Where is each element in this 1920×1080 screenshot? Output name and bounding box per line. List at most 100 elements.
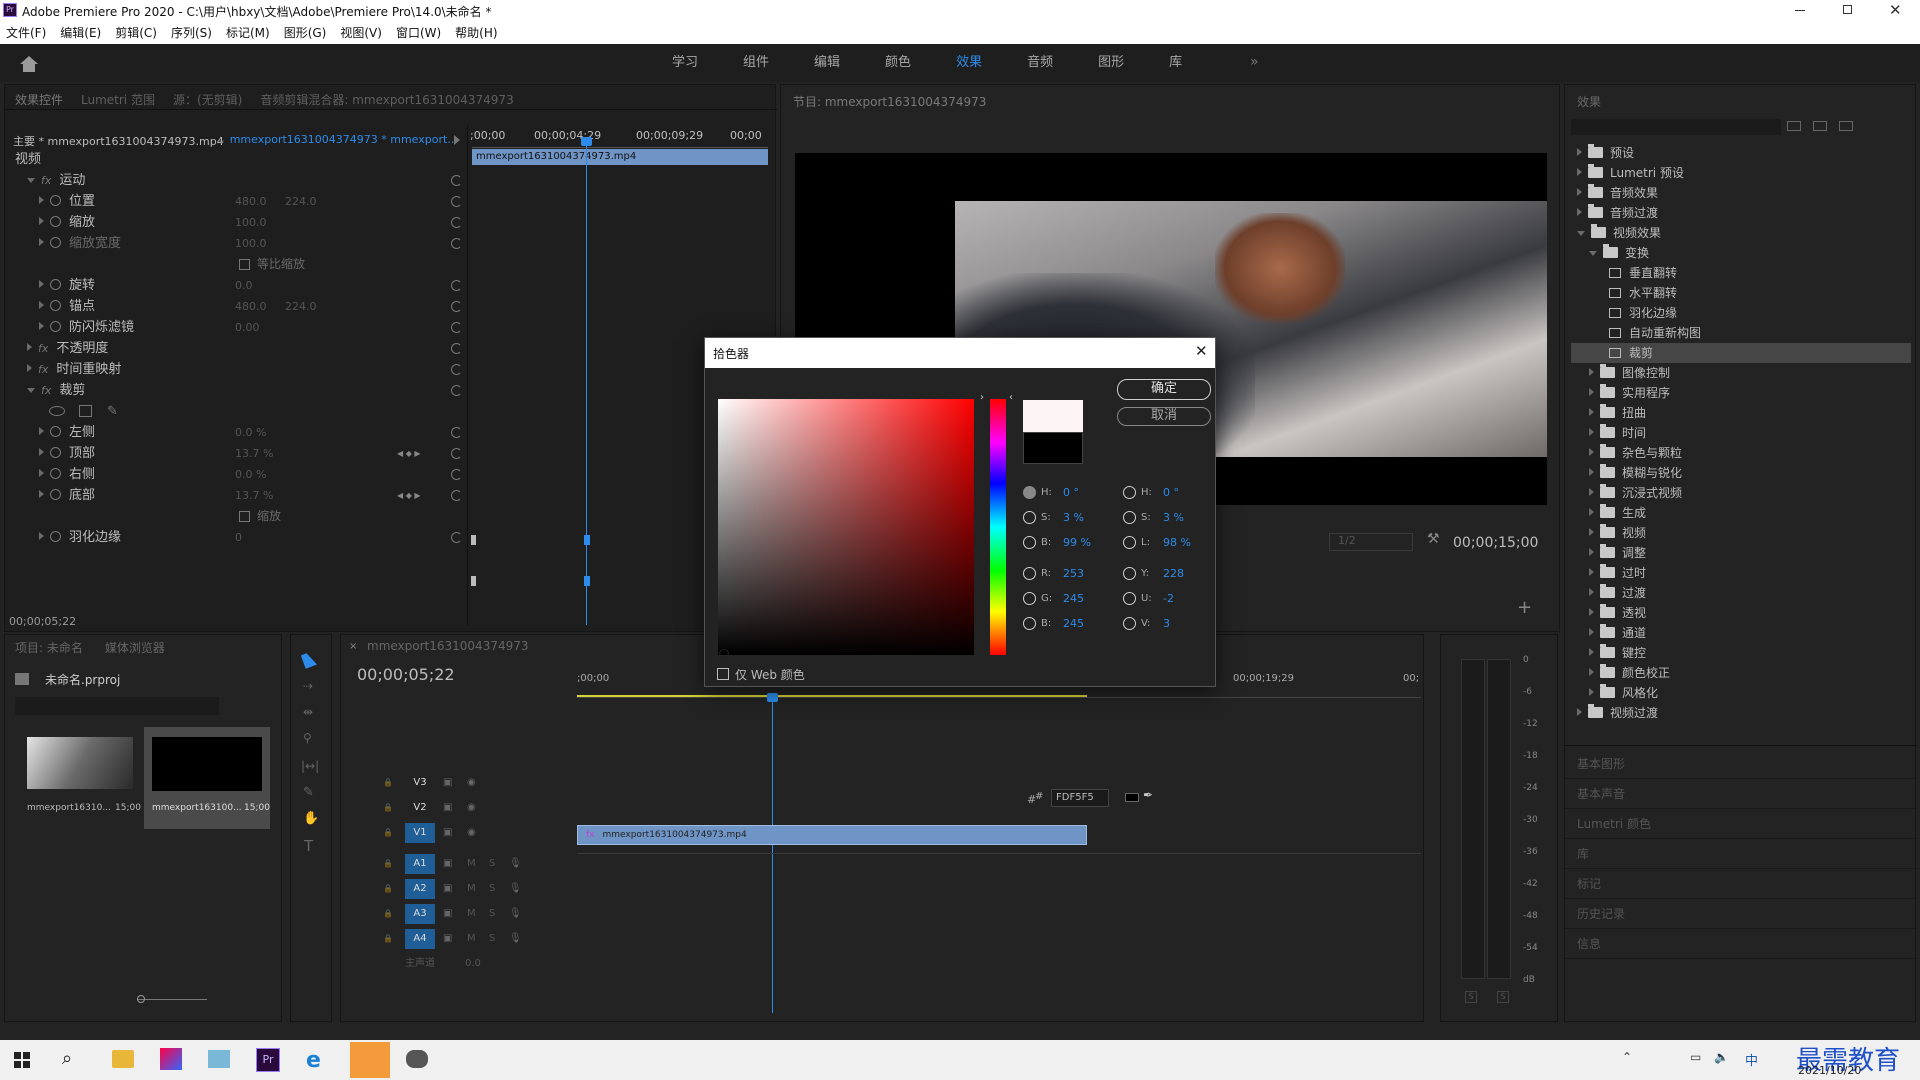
- color-mode-radio[interactable]: [1023, 536, 1036, 549]
- color-field-value[interactable]: 0 °: [1063, 486, 1079, 499]
- expand-icon[interactable]: [39, 238, 44, 246]
- menu-item[interactable]: 剪辑(C): [115, 22, 157, 44]
- reset-icon[interactable]: [451, 217, 462, 228]
- sync-lock-icon[interactable]: ▣: [443, 854, 452, 874]
- effects-tree-item[interactable]: Lumetri 预设: [1571, 163, 1911, 183]
- workspace-tab[interactable]: 学习: [672, 44, 698, 82]
- ripple-tool-icon[interactable]: ⇹: [303, 705, 313, 719]
- ec-row-value[interactable]: 0.0 %: [235, 464, 266, 485]
- effects-tree-item[interactable]: 调整: [1571, 543, 1911, 563]
- ec-row-value[interactable]: 100.0: [235, 212, 267, 233]
- effects-tree-item[interactable]: 时间: [1571, 423, 1911, 443]
- keyframe-nav-icon[interactable]: ◀ ◆ ▶: [397, 485, 421, 506]
- effects-tree-item[interactable]: 键控: [1571, 643, 1911, 663]
- collapsed-panel-header[interactable]: 信息: [1565, 929, 1917, 959]
- lock-icon[interactable]: 🔒: [383, 854, 393, 874]
- expand-icon[interactable]: [1589, 428, 1594, 436]
- expand-icon[interactable]: [1589, 668, 1594, 676]
- expand-icon[interactable]: [1577, 708, 1582, 716]
- color-field-row[interactable]: R: 253: [1023, 567, 1113, 585]
- expand-icon[interactable]: [39, 280, 44, 288]
- track-label[interactable]: V3: [405, 773, 435, 793]
- checkbox[interactable]: [239, 511, 250, 522]
- stopwatch-icon[interactable]: [50, 300, 61, 311]
- color-mode-radio[interactable]: [1123, 617, 1136, 630]
- workspace-tab[interactable]: 音频: [1027, 44, 1053, 82]
- sync-lock-icon[interactable]: ▣: [443, 929, 452, 949]
- lock-icon[interactable]: 🔒: [383, 904, 393, 924]
- project-item-1[interactable]: mmexport163100... 15;00: [144, 727, 270, 829]
- collapse-icon[interactable]: [1577, 231, 1585, 236]
- color-field-value[interactable]: 245: [1063, 617, 1084, 630]
- project-item-0[interactable]: mmexport16310... 15;00: [19, 729, 141, 829]
- dialog-close-icon[interactable]: ✕: [1195, 342, 1208, 360]
- ec-row[interactable]: 缩放宽度 100.0: [9, 233, 469, 254]
- menu-item[interactable]: 视图(V): [340, 22, 382, 44]
- stopwatch-icon[interactable]: [50, 321, 61, 332]
- expand-icon[interactable]: [1589, 508, 1594, 516]
- minimize-icon[interactable]: [1795, 10, 1805, 11]
- web-only-checkbox[interactable]: [717, 668, 729, 680]
- mic-icon[interactable]: 🎙: [509, 904, 522, 924]
- expand-icon[interactable]: [1589, 488, 1594, 496]
- expand-icon[interactable]: [39, 322, 44, 330]
- project-tab[interactable]: 媒体浏览器: [105, 639, 165, 656]
- ec-row[interactable]: 视频: [9, 149, 469, 170]
- mute-button[interactable]: M: [467, 929, 476, 949]
- menu-item[interactable]: 编辑(E): [60, 22, 101, 44]
- maximize-icon[interactable]: [1843, 5, 1852, 14]
- color-mode-radio[interactable]: [1023, 617, 1036, 630]
- expand-icon[interactable]: [39, 469, 44, 477]
- expand-icon[interactable]: [1577, 188, 1582, 196]
- ec-row-value2[interactable]: 224.0: [285, 191, 317, 212]
- lock-icon[interactable]: 🔒: [383, 929, 393, 949]
- effects-tree-item[interactable]: 沉浸式视频: [1571, 483, 1911, 503]
- stopwatch-icon[interactable]: [50, 489, 61, 500]
- eye-icon[interactable]: ◉: [467, 823, 476, 843]
- ec-row-value[interactable]: 0.0: [235, 275, 253, 296]
- workspace-tab[interactable]: 组件: [743, 44, 769, 82]
- 32bit-effects-icon[interactable]: [1813, 121, 1827, 131]
- sequence-clip-dropdown[interactable]: ⌄ mmexport1631004374973 * mmexport...: [217, 133, 458, 146]
- solo-meter-button[interactable]: S: [1465, 991, 1477, 1003]
- program-zoom-select[interactable]: 1/2: [1329, 533, 1413, 551]
- project-zoom-slider[interactable]: [137, 999, 207, 1000]
- effects-tree-item[interactable]: 通道: [1571, 623, 1911, 643]
- track-header[interactable]: 🔒 V2 ▣ ◉: [381, 798, 577, 818]
- color-field-value[interactable]: 3: [1163, 617, 1170, 630]
- track-header[interactable]: 🔒 A3 ▣ M S 🎙: [381, 904, 577, 924]
- expand-icon[interactable]: [39, 427, 44, 435]
- mute-button[interactable]: M: [467, 879, 476, 899]
- timeline-tab[interactable]: mmexport1631004374973: [367, 639, 529, 653]
- expand-icon[interactable]: [1589, 408, 1594, 416]
- effects-tree-item[interactable]: 视频: [1571, 523, 1911, 543]
- program-monitor-title[interactable]: 节目: mmexport1631004374973: [793, 93, 986, 110]
- effects-tree-item[interactable]: 实用程序: [1571, 383, 1911, 403]
- ec-row[interactable]: 左侧 0.0 %: [9, 422, 469, 443]
- close-icon[interactable]: ✕: [1889, 1, 1902, 19]
- expand-icon[interactable]: [27, 343, 32, 351]
- reset-icon[interactable]: [451, 532, 462, 543]
- ec-clip-bar[interactable]: mmexport1631004374973.mp4: [472, 149, 768, 165]
- ec-row[interactable]: fx 运动: [9, 170, 469, 191]
- ec-row[interactable]: 右侧 0.0 %: [9, 464, 469, 485]
- lock-icon[interactable]: 🔒: [383, 823, 393, 843]
- solo-meter-button[interactable]: S: [1497, 991, 1509, 1003]
- effects-tree-item[interactable]: 杂色与颗粒: [1571, 443, 1911, 463]
- ec-row-value[interactable]: 0: [235, 527, 242, 548]
- stopwatch-icon[interactable]: [50, 279, 61, 290]
- effects-tree-item[interactable]: 变换: [1571, 243, 1911, 263]
- hue-slider[interactable]: [990, 399, 1006, 655]
- workspace-tab[interactable]: 编辑: [814, 44, 840, 82]
- collapse-icon[interactable]: [1589, 251, 1597, 256]
- expand-icon[interactable]: [1589, 628, 1594, 636]
- color-field-row[interactable]: B: 99 %: [1023, 536, 1113, 554]
- color-field-row[interactable]: L: 98 %: [1123, 536, 1213, 554]
- collapsed-panel-header[interactable]: 基本声音: [1565, 779, 1917, 809]
- effects-tree-item[interactable]: 过时: [1571, 563, 1911, 583]
- color-mode-radio[interactable]: [1023, 486, 1036, 499]
- color-field-value[interactable]: 98 %: [1163, 536, 1191, 549]
- mic-icon[interactable]: 🎙: [509, 929, 522, 949]
- color-mode-radio[interactable]: [1123, 592, 1136, 605]
- eye-icon[interactable]: ◉: [467, 773, 476, 793]
